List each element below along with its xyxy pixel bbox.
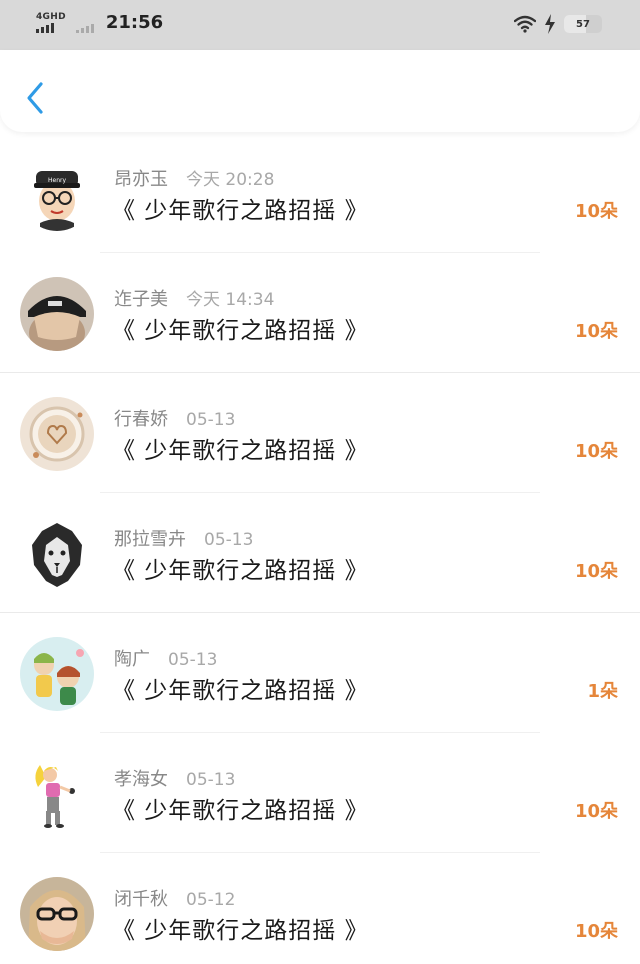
list-item[interactable]: 闭千秋 05-12 《 少年歌行之路招摇 》 10朵 (0, 853, 640, 964)
avatar: Henry (20, 157, 94, 231)
user-name: 那拉雪卉 (114, 529, 186, 550)
gift-amount: 10朵 (574, 321, 618, 342)
wifi-icon (514, 15, 536, 33)
battery-level: 57 (576, 18, 590, 30)
clock: 21:56 (105, 12, 164, 33)
network-label: 4GHD (36, 12, 66, 22)
gift-record-list: Henry 昂亦玉 今天 20:28 《 少年歌行之路招摇 》 10朵 迮子美 … (0, 133, 640, 964)
gift-amount: 10朵 (574, 921, 618, 942)
timestamp: 今天 20:28 (186, 170, 275, 190)
book-title: 《 少年歌行之路招摇 》 (112, 678, 369, 704)
svg-text:Henry: Henry (48, 177, 66, 184)
book-title: 《 少年歌行之路招摇 》 (112, 558, 369, 584)
timestamp: 05-12 (186, 890, 236, 910)
timestamp: 05-13 (186, 410, 236, 430)
timestamp: 05-13 (186, 770, 236, 790)
back-button[interactable] (18, 78, 52, 118)
avatar (20, 877, 94, 951)
user-name: 闭千秋 (114, 889, 168, 910)
timestamp: 05-13 (168, 650, 218, 670)
list-item[interactable]: 孝海女 05-13 《 少年歌行之路招摇 》 10朵 (0, 733, 640, 853)
timestamp: 今天 14:34 (186, 290, 275, 310)
user-name: 迮子美 (114, 289, 168, 310)
battery-icon: 57 (564, 15, 602, 33)
user-name: 孝海女 (114, 769, 168, 790)
list-item[interactable]: Henry 昂亦玉 今天 20:28 《 少年歌行之路招摇 》 10朵 (0, 133, 640, 253)
book-title: 《 少年歌行之路招摇 》 (112, 198, 369, 224)
nav-header (0, 50, 640, 132)
gift-amount: 10朵 (574, 441, 618, 462)
avatar (20, 277, 94, 351)
list-item[interactable]: 迮子美 今天 14:34 《 少年歌行之路招摇 》 10朵 (0, 253, 640, 373)
status-bar: 4GHD 21:56 57 (0, 0, 640, 50)
cellular-signal: 4GHD (36, 12, 66, 33)
avatar (20, 637, 94, 711)
list-item[interactable]: 行春娇 05-13 《 少年歌行之路招摇 》 10朵 (0, 373, 640, 493)
book-title: 《 少年歌行之路招摇 》 (112, 918, 369, 944)
list-item[interactable]: 陶广 05-13 《 少年歌行之路招摇 》 1朵 (0, 613, 640, 733)
timestamp: 05-13 (204, 530, 254, 550)
chevron-left-icon (27, 82, 43, 114)
gift-amount: 10朵 (574, 561, 618, 582)
gift-amount: 1朵 (587, 681, 618, 702)
user-name: 行春娇 (114, 409, 168, 430)
gift-amount: 10朵 (574, 201, 618, 222)
avatar (20, 757, 94, 831)
user-name: 昂亦玉 (114, 169, 168, 190)
user-name: 陶广 (114, 649, 150, 670)
book-title: 《 少年歌行之路招摇 》 (112, 318, 369, 344)
secondary-signal-icon (75, 23, 94, 33)
book-title: 《 少年歌行之路招摇 》 (112, 438, 369, 464)
signal-bars-icon (36, 23, 54, 33)
list-item[interactable]: 那拉雪卉 05-13 《 少年歌行之路招摇 》 10朵 (0, 493, 640, 613)
gift-amount: 10朵 (574, 801, 618, 822)
avatar (20, 397, 94, 471)
avatar (20, 517, 94, 591)
charging-icon (545, 14, 555, 34)
book-title: 《 少年歌行之路招摇 》 (112, 798, 369, 824)
